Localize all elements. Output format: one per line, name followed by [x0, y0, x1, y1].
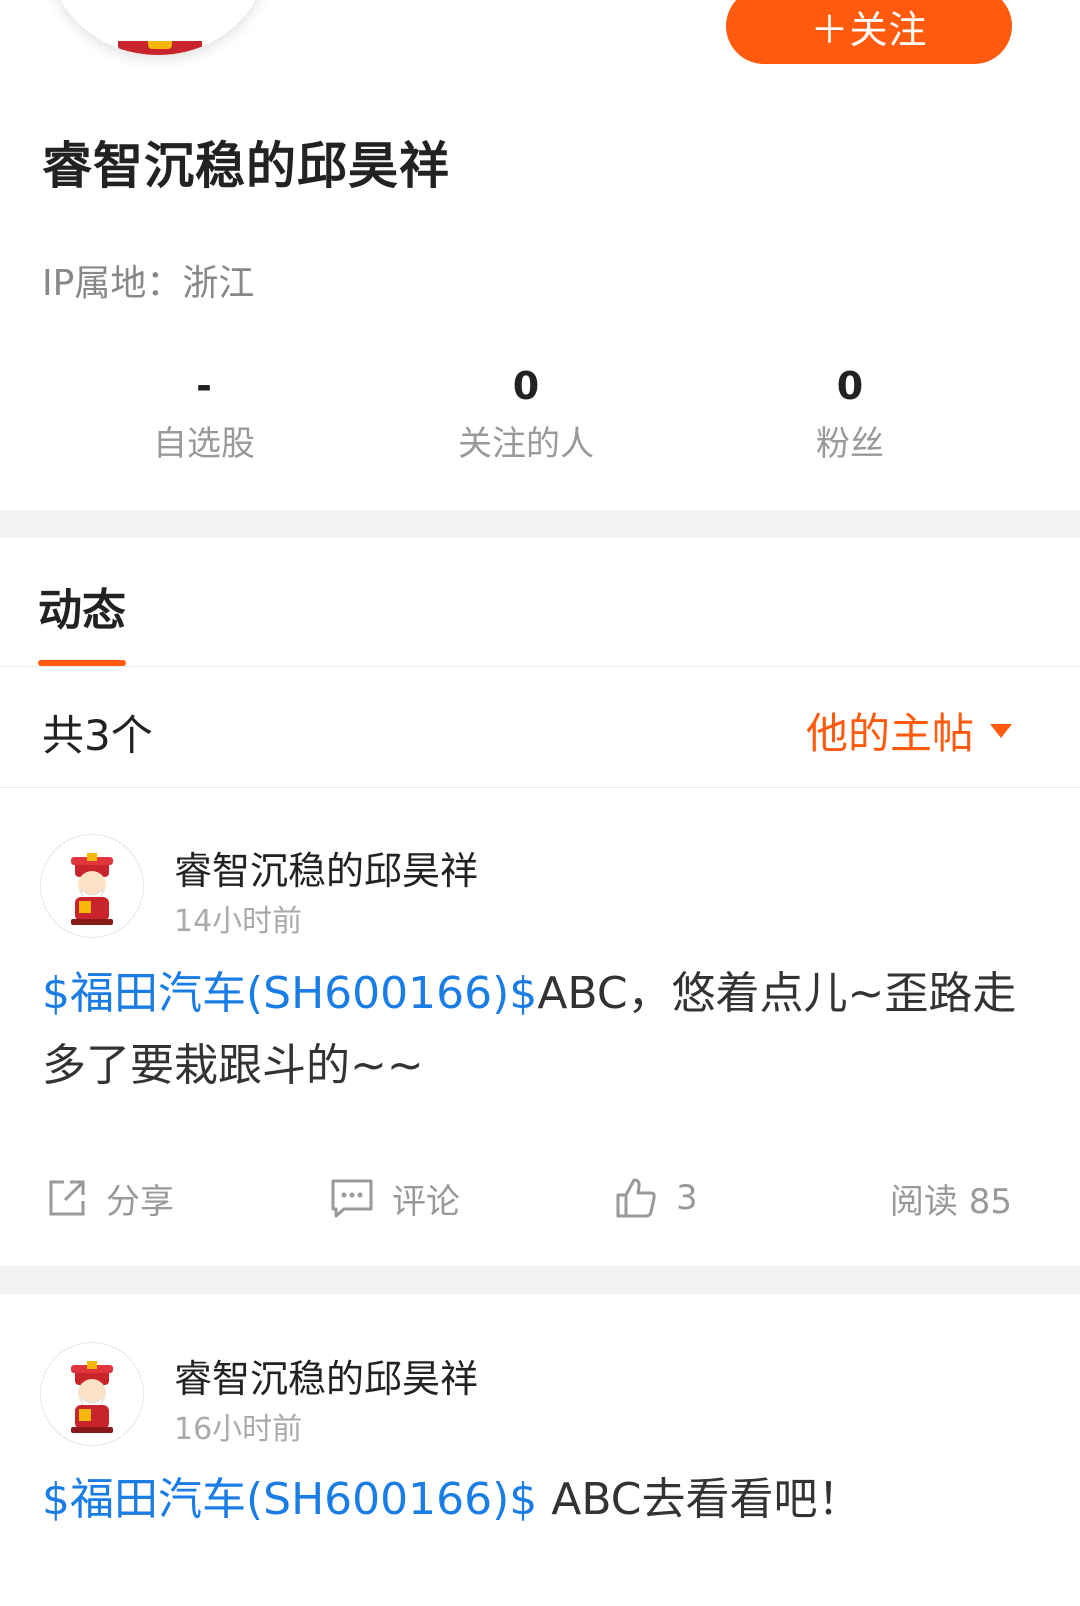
stock-link[interactable]: $福田汽车(SH600166)$ — [42, 1474, 537, 1525]
share-label: 分享 — [106, 1181, 174, 1222]
profile-name: 睿智沉稳的邱昊祥 — [42, 137, 450, 195]
section-divider — [0, 510, 1080, 538]
profile-avatar[interactable] — [48, 0, 268, 55]
profile-stats: - 自选股 0 关注的人 0 粉丝 — [0, 360, 1056, 470]
avatar[interactable] — [40, 834, 144, 938]
post-author[interactable]: 睿智沉稳的邱昊祥 — [174, 840, 478, 895]
read-count: 阅读 85 — [889, 1181, 1012, 1222]
stat-following-value: 0 — [512, 364, 540, 408]
like-count: 3 — [676, 1178, 698, 1218]
post-text: ABC去看看吧！ — [537, 1474, 862, 1525]
feed-header-divider — [0, 787, 1080, 788]
post-content[interactable]: $福田汽车(SH600166)$ABC，悠着点儿~歪路走多了要栽跟斗的~~ — [42, 958, 1017, 1102]
post-count: 共3个 — [42, 711, 153, 760]
stat-followers-label: 粉丝 — [816, 424, 884, 464]
stat-watchlist-value: - — [196, 364, 212, 408]
caret-down-icon — [990, 723, 1012, 738]
stat-followers-value: 0 — [836, 364, 864, 408]
caishen-avatar-icon — [71, 1361, 113, 1433]
comment-button[interactable]: 评论 — [330, 1168, 460, 1228]
post-filter-dropdown[interactable]: 他的主帖 — [806, 700, 1012, 761]
comment-icon — [331, 1179, 373, 1218]
like-button[interactable]: 3 — [614, 1168, 698, 1228]
avatar-figure-partial — [118, 41, 202, 55]
follow-button[interactable]: ＋关注 — [726, 0, 1012, 64]
stat-followers[interactable]: 0 粉丝 — [720, 360, 980, 465]
comment-label: 评论 — [392, 1181, 460, 1222]
post-divider — [0, 1266, 1080, 1294]
caishen-avatar-icon — [71, 853, 113, 925]
follow-button-label: ＋关注 — [810, 7, 928, 52]
avatar[interactable] — [40, 1342, 144, 1446]
stat-following-label: 关注的人 — [458, 424, 594, 464]
post-filter-label: 他的主帖 — [805, 709, 974, 758]
ip-location: IP属地：浙江 — [42, 263, 255, 304]
stat-watchlist-label: 自选股 — [153, 424, 255, 464]
post-content[interactable]: $福田汽车(SH600166)$ ABC去看看吧！ — [42, 1464, 1017, 1536]
tab-activity[interactable]: 动态 — [38, 574, 126, 638]
stock-link[interactable]: $福田汽车(SH600166)$ — [42, 968, 537, 1019]
post-time: 16小时前 — [174, 1412, 303, 1447]
thumbs-up-icon — [616, 1178, 656, 1218]
share-button[interactable]: 分享 — [46, 1168, 174, 1228]
post-time: 14小时前 — [174, 904, 303, 939]
stat-following[interactable]: 0 关注的人 — [396, 360, 656, 465]
share-icon — [49, 1180, 85, 1216]
stat-watchlist[interactable]: - 自选股 — [74, 360, 334, 465]
post-author[interactable]: 睿智沉稳的邱昊祥 — [174, 1348, 478, 1403]
tab-divider — [0, 666, 1080, 667]
post-actions: 分享 评论 3 阅读 85 — [0, 1168, 1080, 1228]
